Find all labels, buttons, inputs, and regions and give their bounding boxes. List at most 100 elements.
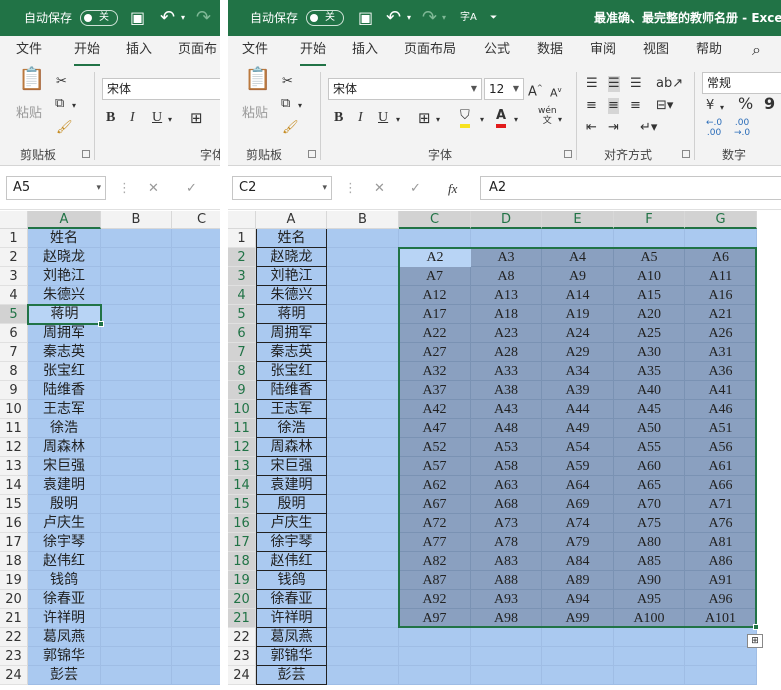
column-header[interactable]: D xyxy=(471,211,542,229)
row-header[interactable]: 11 xyxy=(228,419,256,438)
fill-handle[interactable] xyxy=(98,321,104,327)
matrix-cell[interactable]: A40 xyxy=(614,381,685,400)
matrix-cell[interactable]: A5 xyxy=(614,248,685,267)
empty-cell[interactable] xyxy=(614,666,685,685)
matrix-cell[interactable]: A99 xyxy=(542,609,614,628)
empty-cell[interactable] xyxy=(101,400,172,419)
row-header[interactable]: 22 xyxy=(228,628,256,647)
accounting-format-icon[interactable]: ¥ xyxy=(706,98,714,114)
empty-cell[interactable] xyxy=(327,305,399,324)
menu-data[interactable]: 数据 xyxy=(537,36,563,66)
menu-file[interactable]: 文件 xyxy=(242,36,268,66)
border-icon[interactable]: ⊞ xyxy=(190,110,203,126)
empty-cell[interactable] xyxy=(172,400,220,419)
name-cell[interactable]: 卢庆生 xyxy=(256,514,327,533)
row-header[interactable]: 21 xyxy=(228,609,256,628)
matrix-cell[interactable]: A66 xyxy=(685,476,757,495)
empty-cell[interactable] xyxy=(172,647,220,666)
empty-cell[interactable] xyxy=(471,666,542,685)
empty-cell[interactable] xyxy=(172,476,220,495)
empty-cell[interactable] xyxy=(327,552,399,571)
empty-cell[interactable] xyxy=(101,533,172,552)
name-cell[interactable]: 周拥军 xyxy=(256,324,327,343)
name-cell[interactable]: 张宝红 xyxy=(256,362,327,381)
matrix-cell[interactable]: A6 xyxy=(685,248,757,267)
empty-cell[interactable] xyxy=(327,343,399,362)
cancel-icon[interactable]: ✕ xyxy=(374,181,385,197)
matrix-cell[interactable]: A43 xyxy=(471,400,542,419)
row-header[interactable]: 5 xyxy=(0,305,28,324)
phonetic-icon[interactable]: wén 文 xyxy=(538,106,557,126)
matrix-cell[interactable]: A34 xyxy=(542,362,614,381)
row-header[interactable]: 20 xyxy=(0,590,28,609)
matrix-cell[interactable]: A77 xyxy=(399,533,471,552)
row-header[interactable]: 4 xyxy=(0,286,28,305)
empty-cell[interactable] xyxy=(327,419,399,438)
matrix-cell[interactable]: A80 xyxy=(614,533,685,552)
empty-cell[interactable] xyxy=(172,343,220,362)
empty-cell[interactable] xyxy=(101,248,172,267)
matrix-cell[interactable]: A42 xyxy=(399,400,471,419)
row-header[interactable]: 2 xyxy=(0,248,28,267)
percent-icon[interactable]: % xyxy=(738,96,753,112)
empty-cell[interactable] xyxy=(327,381,399,400)
quick-analysis-icon[interactable]: ⊞ xyxy=(747,634,763,648)
name-cell[interactable]: 郭锦华 xyxy=(256,647,327,666)
matrix-cell[interactable]: A71 xyxy=(685,495,757,514)
empty-cell[interactable] xyxy=(327,647,399,666)
name-cell[interactable]: 徐春亚 xyxy=(256,590,327,609)
column-header[interactable]: C xyxy=(399,211,471,229)
empty-cell[interactable] xyxy=(101,609,172,628)
matrix-cell[interactable]: A2 xyxy=(399,248,471,267)
row-header[interactable]: 15 xyxy=(0,495,28,514)
name-cell[interactable]: 王志军 xyxy=(256,400,327,419)
empty-cell[interactable] xyxy=(172,609,220,628)
undo-icon[interactable]: ↶ xyxy=(160,0,175,36)
matrix-cell[interactable]: A23 xyxy=(471,324,542,343)
matrix-cell[interactable]: A13 xyxy=(471,286,542,305)
redo-icon[interactable]: ↷ xyxy=(422,0,437,36)
name-cell[interactable]: 蒋明 xyxy=(28,305,101,324)
bold-button[interactable]: B xyxy=(106,110,115,126)
matrix-cell[interactable]: A35 xyxy=(614,362,685,381)
empty-cell[interactable] xyxy=(327,400,399,419)
name-cell[interactable]: 周森林 xyxy=(28,438,101,457)
matrix-cell[interactable]: A44 xyxy=(542,400,614,419)
clipboard-launcher-icon[interactable] xyxy=(82,150,90,158)
redo-icon[interactable]: ↷ xyxy=(196,0,211,36)
align-left-icon[interactable]: ≡ xyxy=(586,98,597,114)
empty-cell[interactable] xyxy=(399,628,471,647)
matrix-cell[interactable]: A20 xyxy=(614,305,685,324)
matrix-cell[interactable]: A8 xyxy=(471,267,542,286)
empty-cell[interactable] xyxy=(172,590,220,609)
matrix-cell[interactable]: A38 xyxy=(471,381,542,400)
border-icon[interactable]: ⊞ xyxy=(418,110,431,126)
align-middle-icon[interactable]: ☰ xyxy=(608,76,620,92)
matrix-cell[interactable]: A86 xyxy=(685,552,757,571)
matrix-cell[interactable]: A30 xyxy=(614,343,685,362)
empty-cell[interactable] xyxy=(327,609,399,628)
name-cell[interactable]: 姓名 xyxy=(28,229,101,248)
column-header[interactable]: A xyxy=(28,211,101,229)
fill-color-icon[interactable]: ⛉ xyxy=(460,108,470,128)
empty-cell[interactable] xyxy=(399,647,471,666)
name-cell[interactable]: 许祥明 xyxy=(28,609,101,628)
name-cell[interactable]: 王志军 xyxy=(28,400,101,419)
name-cell[interactable]: 钱鸽 xyxy=(256,571,327,590)
name-cell[interactable]: 钱鸽 xyxy=(28,571,101,590)
row-header[interactable]: 9 xyxy=(0,381,28,400)
orientation-icon[interactable]: ab↗ xyxy=(656,76,683,92)
matrix-cell[interactable]: A76 xyxy=(685,514,757,533)
name-cell[interactable]: 徐宇琴 xyxy=(28,533,101,552)
row-header[interactable]: 16 xyxy=(0,514,28,533)
empty-cell[interactable] xyxy=(542,666,614,685)
font-launcher-icon[interactable] xyxy=(564,150,572,158)
align-launcher-icon[interactable] xyxy=(682,150,690,158)
row-header[interactable]: 24 xyxy=(228,666,256,685)
row-header[interactable]: 8 xyxy=(0,362,28,381)
empty-cell[interactable] xyxy=(101,457,172,476)
name-cell[interactable]: 宋巨强 xyxy=(28,457,101,476)
save-icon[interactable]: ▣ xyxy=(358,0,373,36)
name-cell[interactable]: 彭芸 xyxy=(28,666,101,685)
row-header[interactable]: 3 xyxy=(228,267,256,286)
